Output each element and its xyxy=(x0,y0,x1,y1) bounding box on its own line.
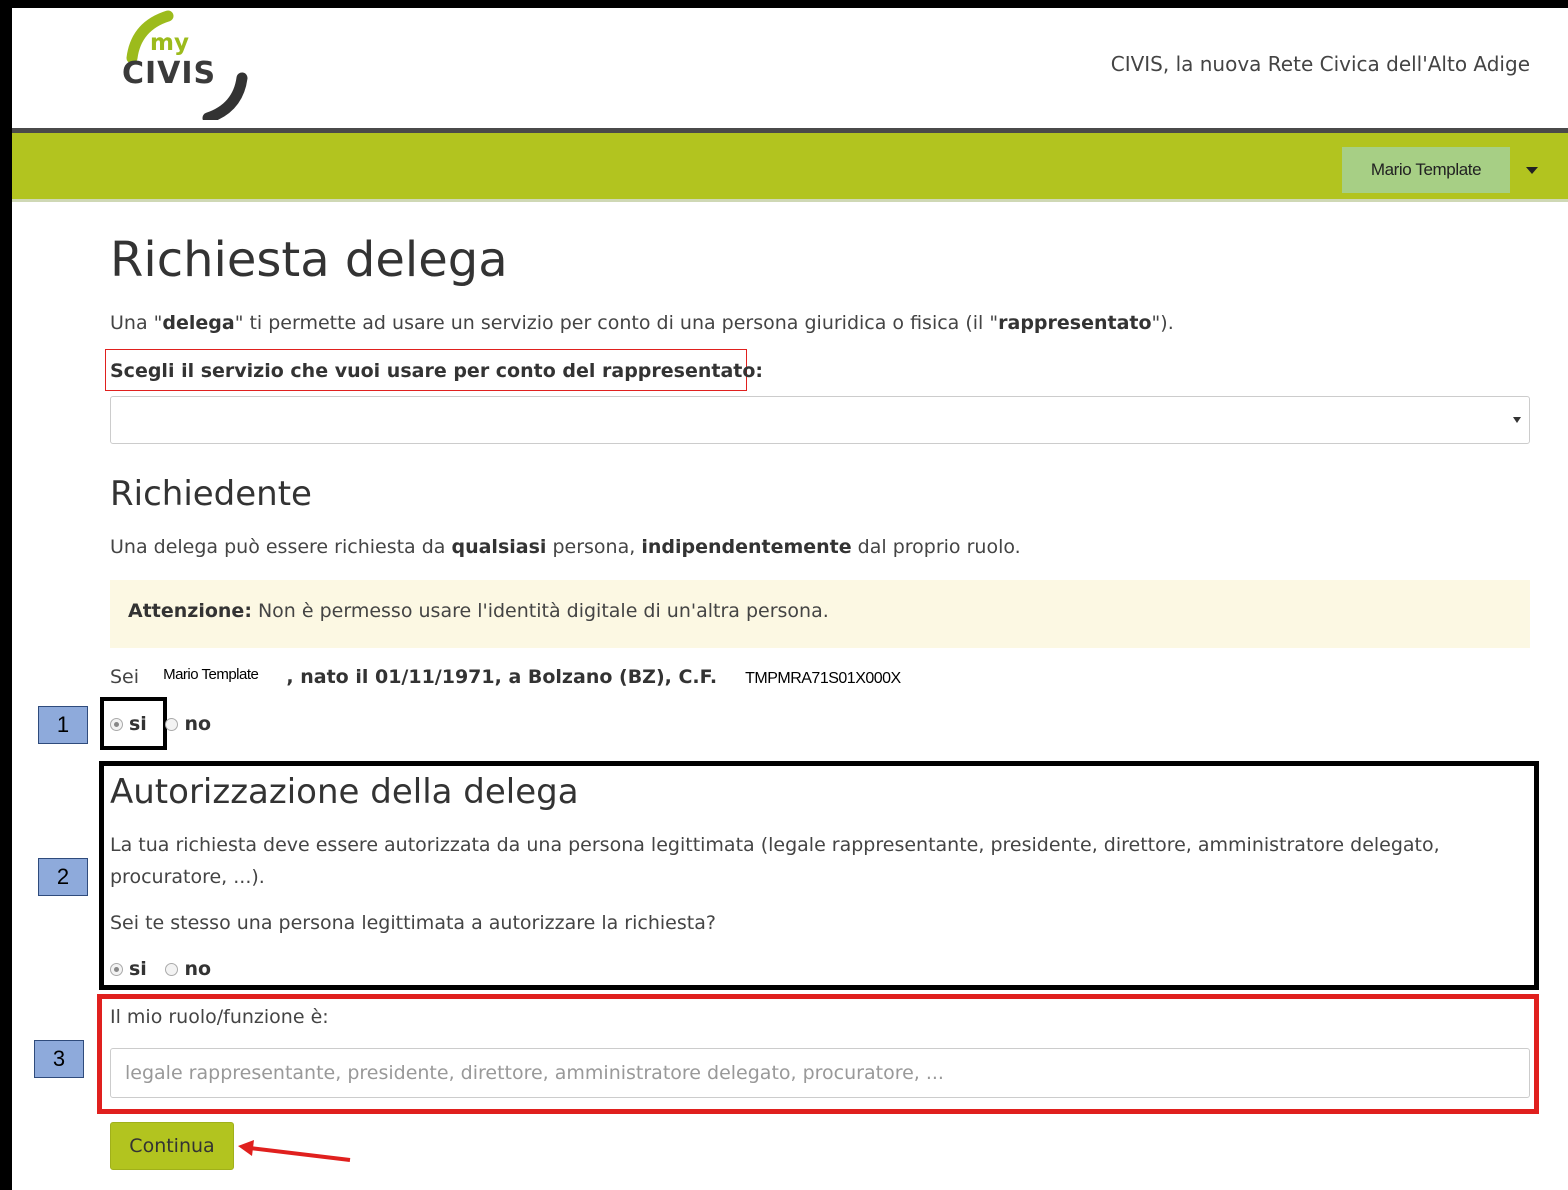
intro-text-delega: delega xyxy=(162,312,235,334)
intro-text-2: " ti permette ad usare un servizio per c… xyxy=(234,312,999,334)
richiedente-desc-1: Una delega può essere richiesta da xyxy=(110,536,452,558)
richiedente-heading: Richiedente xyxy=(110,474,312,514)
autorizzazione-option-si[interactable]: si xyxy=(110,958,147,980)
autorizzazione-option-no[interactable]: no xyxy=(165,958,211,980)
richiedente-radio-group: si no xyxy=(110,713,223,735)
richiedente-desc-2: persona, xyxy=(546,536,642,558)
richiedente-option-si[interactable]: si xyxy=(110,713,147,735)
top-nav-bar: Mario Template xyxy=(12,133,1568,202)
radio-no[interactable] xyxy=(165,718,179,731)
service-label: Scegli il servizio che vuoi usare per co… xyxy=(110,360,764,382)
intro-text-rappresentato: rappresentato xyxy=(998,312,1152,334)
service-select[interactable] xyxy=(110,396,1530,444)
alert-text: Non è permesso usare l'identità digitale… xyxy=(251,600,829,622)
radio-si-label[interactable]: si xyxy=(129,713,147,735)
intro-text-1: Una " xyxy=(110,312,163,334)
ruolo-label: Il mio ruolo/funzione è: xyxy=(110,1006,329,1028)
richiedente-desc-qualsiasi: qualsiasi xyxy=(451,536,547,558)
ruolo-input[interactable] xyxy=(110,1048,1530,1098)
requester-identity-line: Sei Mario Template , nato il 01/11/1971,… xyxy=(110,666,901,694)
logo-my-text: my xyxy=(150,30,189,56)
autorizzazione-question: Sei te stesso una persona legittimata a … xyxy=(110,912,716,934)
richiedente-desc-3: dal proprio ruolo. xyxy=(851,536,1021,558)
annotation-arrow-icon xyxy=(238,1140,351,1162)
radio-no-label[interactable]: no xyxy=(184,713,211,735)
radio-no-label[interactable]: no xyxy=(184,958,211,980)
radio-si-checked[interactable] xyxy=(110,718,123,731)
page-title: Richiesta delega xyxy=(110,232,508,288)
requester-birth-info: , nato il 01/11/1971, a Bolzano (BZ), C.… xyxy=(286,666,718,688)
intro-text-3: "). xyxy=(1151,312,1174,334)
richiedente-option-no[interactable]: no xyxy=(165,713,211,735)
autorizzazione-desc-line1: La tua richiesta deve essere autorizzata… xyxy=(110,834,1440,856)
alert-bold: Attenzione: xyxy=(128,600,252,622)
logo-civis-text: CIVIS xyxy=(122,56,217,91)
page-intro: Una "delega" ti permette ad usare un ser… xyxy=(110,312,1174,334)
warning-alert: Attenzione: Non è permesso usare l'ident… xyxy=(110,580,1530,648)
annotation-marker-2: 2 xyxy=(38,858,88,896)
radio-si-checked[interactable] xyxy=(110,963,123,976)
radio-si-label[interactable]: si xyxy=(129,958,147,980)
autorizzazione-heading: Autorizzazione della delega xyxy=(110,772,579,812)
site-header: my CIVIS CIVIS, la nuova Rete Civica del… xyxy=(12,8,1568,133)
sei-prefix: Sei xyxy=(110,666,140,688)
autorizzazione-radio-group: si no xyxy=(110,958,223,980)
richiedente-desc-indipendentemente: indipendentemente xyxy=(641,536,852,558)
header-tagline: CIVIS, la nuova Rete Civica dell'Alto Ad… xyxy=(1110,52,1530,76)
richiedente-desc: Una delega può essere richiesta da quals… xyxy=(110,536,1021,558)
requester-name: Mario Template xyxy=(163,666,259,683)
radio-no[interactable] xyxy=(165,963,179,976)
annotation-marker-3: 3 xyxy=(34,1040,84,1078)
select-caret-icon xyxy=(1513,417,1521,423)
mycivis-logo[interactable]: my CIVIS xyxy=(110,8,250,120)
requester-codice-fiscale: TMPMRA71S01X000X xyxy=(745,670,901,687)
chevron-down-icon[interactable] xyxy=(1526,167,1538,174)
autorizzazione-desc-line2: procuratore, ...). xyxy=(110,866,265,888)
user-menu-button[interactable]: Mario Template xyxy=(1342,147,1510,193)
annotation-marker-1: 1 xyxy=(38,706,88,744)
continua-button[interactable]: Continua xyxy=(110,1122,234,1170)
